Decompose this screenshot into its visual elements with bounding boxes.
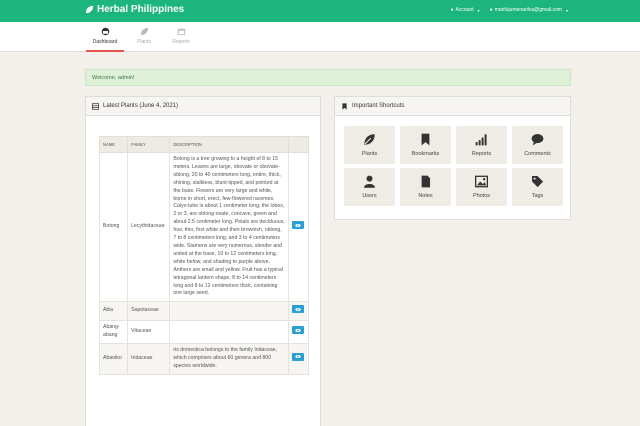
shortcut-label: Photos [472,193,491,199]
leaf-icon [85,5,94,14]
eye-icon [295,307,302,311]
shortcut-label: Comments [524,151,551,157]
plant-family: Lecythidaceae [127,151,171,303]
plant-family: Vitaceae [127,320,171,345]
bookmark-icon [342,102,347,110]
brand[interactable]: Herbal Philippines [85,4,184,15]
shortcut-comments[interactable]: Comments [512,126,563,164]
account-icon: ● [450,7,454,13]
welcome-alert: Welcome, admin! [85,69,571,86]
tab-label: Dashboard [92,39,118,45]
table-row: Abiu Sapotaceae [98,301,310,322]
leaf-icon [140,27,148,36]
comment-icon [531,134,544,146]
table-row: Abaniko Iridaceae ris domestica belongs … [98,343,310,375]
shortcut-label: Users [362,193,377,199]
shortcut-photos[interactable]: Photos [456,168,507,206]
plant-description: Botong is a tree growing to a height of … [169,151,289,303]
section-tabs: Dashboard Plants Reports [0,22,640,52]
plant-name: Abang-abang [98,320,129,345]
tab-dashboard[interactable]: Dashboard [86,27,124,52]
plant-description: ris domestica belongs to the family Irid… [169,343,289,375]
shortcut-plants[interactable]: Plants [344,126,395,164]
shortcut-tags[interactable]: Tags [512,168,563,206]
view-button[interactable] [292,326,305,335]
chevron-down-icon: ▾ [477,7,480,13]
view-button[interactable] [292,221,305,230]
column-header-description: DESCRIPTION [169,136,289,153]
shortcut-label: Reports [471,151,492,157]
plant-name: Botong [98,151,129,303]
plant-family: Sapotaceae [127,301,171,322]
plant-name: Abiu [98,301,129,322]
plant-family: Iridaceae [127,343,171,375]
top-navbar: Herbal Philippines ● Account ▾ ● marifuj… [0,0,640,22]
table-row: Botong Lecythidaceae Botong is a tree gr… [98,151,310,303]
view-button[interactable] [292,352,305,361]
eye-icon [295,355,302,359]
tab-reports[interactable]: Reports [162,27,200,52]
user-email-menu[interactable]: ● marifujumenarilva@gmail.com ▾ [490,7,568,13]
user-icon: ● [489,7,493,13]
plants-table: NAME FAMILY DESCRIPTION Botong Lecythida… [98,136,310,375]
chevron-down-icon: ▾ [565,7,568,13]
column-header-name: NAME [98,136,129,153]
table-row: Abang-abang Vitaceae [98,320,310,345]
eye-icon [295,328,302,332]
view-button[interactable] [292,305,305,314]
panel-title: Latest Plants (June 4, 2021) [103,103,179,109]
panel-title: Important Shortcuts [352,103,405,109]
eye-icon [295,223,302,227]
table-icon [92,102,99,110]
shortcut-label: Tags [531,193,544,199]
column-header-actions [287,136,310,153]
tag-icon [532,176,544,188]
tab-label: Plants [137,39,151,45]
plant-name: Abaniko [98,343,129,375]
shortcut-notes[interactable]: Notes [400,168,451,206]
shortcut-reports[interactable]: Reports [456,126,507,164]
shortcut-label: Bookmarks [411,151,440,157]
user-email: marifujumenarilva@gmail.com [494,7,562,13]
brand-title: Herbal Philippines [97,4,185,15]
shortcut-label: Plants [361,151,378,157]
file-icon [421,175,431,188]
column-header-family: FAMILY [127,136,171,153]
user-icon [364,175,375,188]
important-shortcuts-panel: Important Shortcuts Plants Bookmarks Rep… [334,96,571,220]
image-icon [475,175,488,188]
calendar-icon [177,28,185,36]
bookmark-icon [421,133,430,146]
signal-bars-icon [475,134,487,146]
shortcut-users[interactable]: Users [344,168,395,206]
account-menu[interactable]: ● Account ▾ [451,7,480,13]
tab-label: Reports [172,39,190,45]
shortcut-bookmarks[interactable]: Bookmarks [400,126,451,164]
plant-description [169,301,289,322]
shortcut-label: Notes [418,193,433,199]
latest-plants-panel: Latest Plants (June 4, 2021) NAME FAMILY… [85,96,321,426]
account-label: Account [455,7,474,13]
leaf-icon [364,134,375,145]
dashboard-icon [101,27,109,36]
tab-plants[interactable]: Plants [125,27,163,52]
plant-description [169,320,289,345]
